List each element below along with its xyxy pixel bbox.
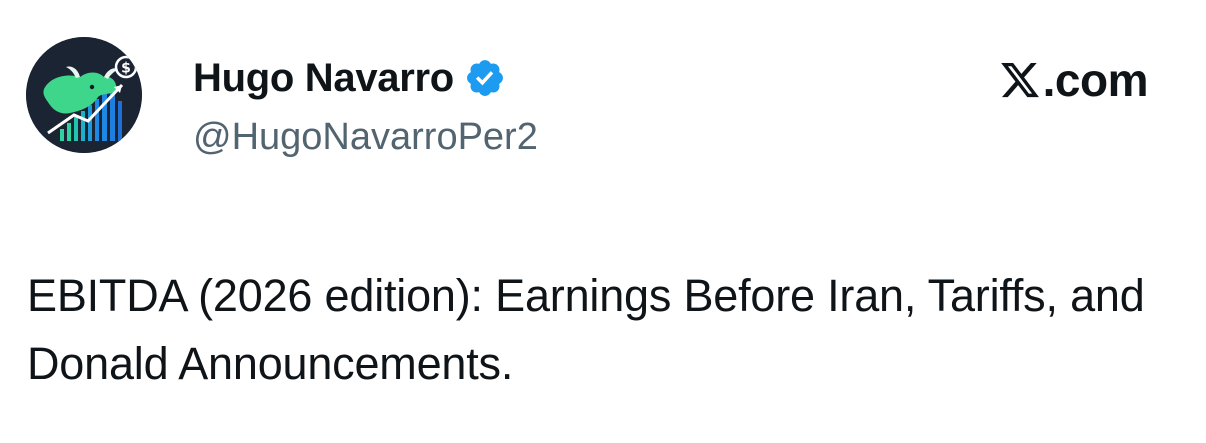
bull-chart-dollar-icon: $ [26,37,142,153]
x-logo-icon [998,59,1042,101]
svg-text:$: $ [121,61,131,77]
brand-mark[interactable]: .com [998,54,1149,106]
author-display-name[interactable]: Hugo Navarro [193,56,454,101]
tweet-text: EBITDA (2026 edition): Earnings Before I… [27,270,1145,389]
author-name-row[interactable]: Hugo Navarro [193,54,506,102]
avatar[interactable]: $ [26,37,142,153]
verified-badge-icon[interactable] [464,57,506,99]
author-handle[interactable]: @HugoNavarroPer2 [193,116,538,159]
brand-suffix: .com [1042,54,1149,106]
